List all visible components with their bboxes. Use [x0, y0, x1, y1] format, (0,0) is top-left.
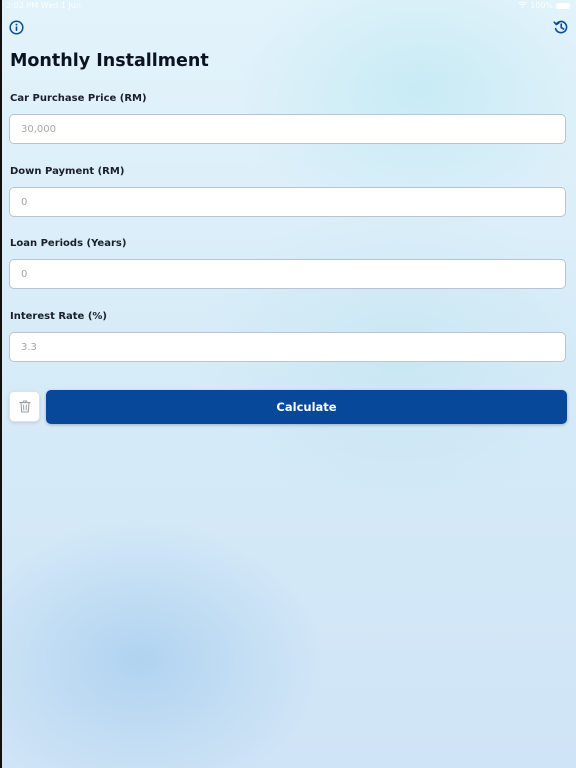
loan-period-label: Loan Periods (Years) — [10, 238, 127, 249]
status-indicators: 100% — [518, 1, 570, 10]
clear-button[interactable] — [9, 391, 40, 422]
info-icon — [8, 19, 24, 35]
status-time: 2:02 PM — [6, 1, 39, 10]
battery-icon — [556, 2, 570, 9]
battery-percent: 100% — [530, 1, 553, 10]
window-edge — [0, 0, 2, 768]
calculate-button[interactable]: Calculate — [46, 390, 567, 424]
down-payment-input[interactable] — [9, 187, 566, 217]
wifi-icon — [518, 1, 527, 10]
status-date: Wed 1 Jun — [40, 1, 81, 10]
car-price-label: Car Purchase Price (RM) — [10, 93, 147, 104]
page-title: Monthly Installment — [10, 51, 209, 71]
status-time-date: 2:02 PM Wed 1 Jun — [6, 1, 81, 10]
loan-period-input[interactable] — [9, 259, 566, 289]
car-price-input[interactable] — [9, 114, 566, 144]
info-button[interactable] — [6, 17, 26, 37]
status-bar: 2:02 PM Wed 1 Jun 100% — [0, 0, 576, 12]
history-button[interactable] — [551, 17, 571, 37]
history-icon — [553, 19, 569, 35]
interest-rate-input[interactable] — [9, 332, 566, 362]
down-payment-label: Down Payment (RM) — [10, 166, 125, 177]
trash-icon — [18, 400, 31, 413]
interest-rate-label: Interest Rate (%) — [10, 311, 107, 322]
